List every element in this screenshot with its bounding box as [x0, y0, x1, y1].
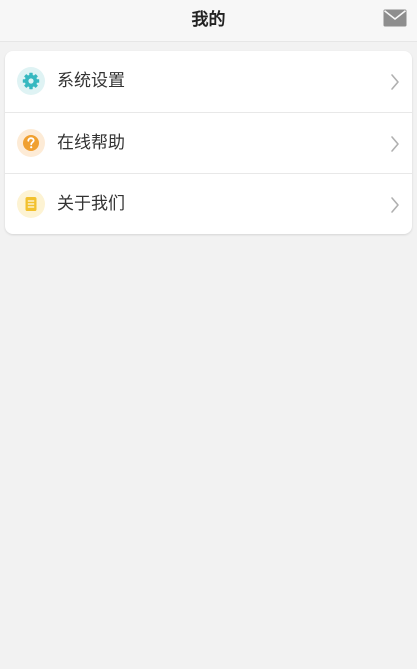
gear-icon [17, 67, 45, 95]
top-bar: 我的 [0, 0, 417, 42]
question-icon [17, 129, 45, 157]
document-icon [17, 190, 45, 218]
menu-item-label: 关于我们 [57, 194, 125, 214]
menu-card: 系统设置 在线帮助 关于我们 [5, 51, 412, 234]
chevron-right-icon [391, 74, 399, 90]
menu-item-label: 在线帮助 [57, 133, 125, 153]
chevron-right-icon [391, 136, 399, 152]
chevron-right-icon [391, 197, 399, 213]
menu-item-about-us[interactable]: 关于我们 [5, 173, 412, 234]
menu-item-online-help[interactable]: 在线帮助 [5, 112, 412, 173]
mail-icon[interactable] [383, 9, 407, 27]
menu-item-label: 系统设置 [57, 71, 125, 91]
page-title: 我的 [191, 10, 226, 30]
menu-item-system-settings[interactable]: 系统设置 [5, 51, 412, 112]
